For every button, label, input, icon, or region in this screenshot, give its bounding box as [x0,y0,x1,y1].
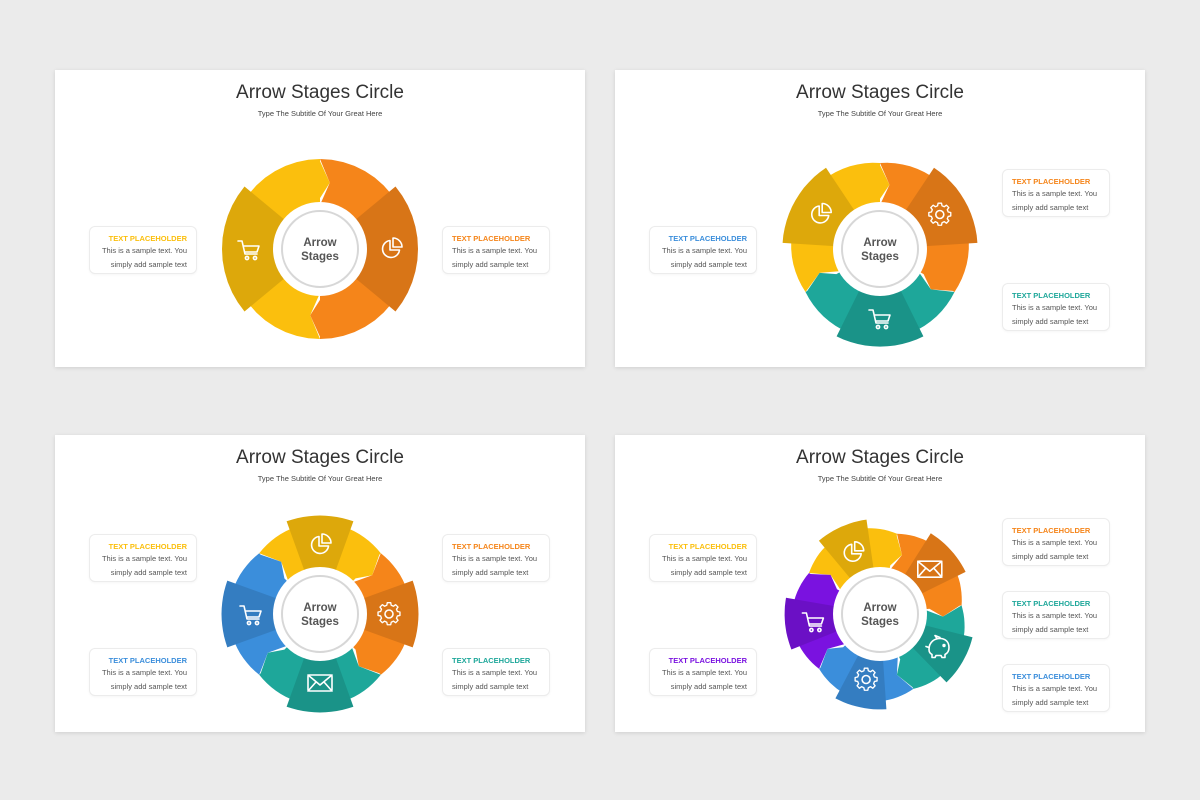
card-body-line1: This is a sample text. You [101,554,187,563]
arrow-stages-diagram: Arrow Stages [222,159,418,339]
center-label-line2: Stages [301,616,339,628]
text-card-bottom-left: TEXT PLACEHOLDER This is a sample text. … [89,648,197,696]
text-card-bottom-left: TEXT PLACEHOLDER This is a sample text. … [649,648,757,696]
text-card-top-right: TEXT PLACEHOLDER This is a sample text. … [1002,518,1110,566]
card-body-line2: simply add sample text [452,259,529,269]
card-body-line2: simply add sample text [1012,697,1089,707]
center-label-line1: Arrow [863,602,896,614]
card-body-line1: This is a sample text. You [1012,538,1098,547]
center-label-line1: Arrow [303,237,336,249]
slide-two-stages: Arrow Stages Circle Type The Subtitle Of… [55,70,585,367]
text-card-bottom-right: TEXT PLACEHOLDER This is a sample text. … [1002,283,1110,331]
card-body-line1: This is a sample text. You [452,554,538,563]
slide-four-stages: Arrow Stages Circle Type The Subtitle Of… [55,435,585,732]
slide-three-stages: Arrow Stages Circle Type The Subtitle Of… [615,70,1145,367]
card-body-line1: This is a sample text. You [1012,189,1098,198]
card-body-line2: simply add sample text [670,567,747,577]
card-body-line1: This is a sample text. You [101,246,187,255]
center-circle [281,575,359,653]
text-card-top-right: TEXT PLACEHOLDER This is a sample text. … [1002,169,1110,217]
card-body-line1: This is a sample text. You [661,246,747,255]
center-circle [281,210,359,288]
card-body-line1: This is a sample text. You [661,668,747,677]
card-heading: TEXT PLACEHOLDER [1012,599,1091,608]
text-card-right: TEXT PLACEHOLDER This is a sample text. … [442,226,550,274]
center-label-line1: Arrow [303,602,336,614]
card-heading: TEXT PLACEHOLDER [108,542,187,551]
text-card-top-left: TEXT PLACEHOLDER This is a sample text. … [649,534,757,582]
card-body-line2: simply add sample text [110,567,187,577]
card-heading: TEXT PLACEHOLDER [1012,177,1091,186]
center-circle [841,575,919,653]
center-label-line2: Stages [861,251,899,263]
text-card-left: TEXT PLACEHOLDER This is a sample text. … [649,226,757,274]
card-body-line2: simply add sample text [1012,551,1089,561]
center-circle [841,210,919,288]
card-body-line2: simply add sample text [1012,202,1089,212]
card-heading: TEXT PLACEHOLDER [452,656,531,665]
card-body-line2: simply add sample text [1012,624,1089,634]
card-heading: TEXT PLACEHOLDER [108,234,187,243]
card-body-line1: This is a sample text. You [101,668,187,677]
center-label-line1: Arrow [863,237,896,249]
card-body-line1: This is a sample text. You [1012,303,1098,312]
card-body-line2: simply add sample text [670,681,747,691]
text-card-bottom-right: TEXT PLACEHOLDER This is a sample text. … [442,648,550,696]
text-card-middle-right: TEXT PLACEHOLDER This is a sample text. … [1002,591,1110,639]
text-card-left: TEXT PLACEHOLDER This is a sample text. … [89,226,197,274]
card-body-line1: This is a sample text. You [1012,611,1098,620]
card-body-line2: simply add sample text [1012,316,1089,326]
card-heading: TEXT PLACEHOLDER [668,656,747,665]
card-body-line1: This is a sample text. You [452,246,538,255]
card-body-line1: This is a sample text. You [1012,684,1098,693]
card-body-line2: simply add sample text [452,567,529,577]
slide-five-stages: Arrow Stages Circle Type The Subtitle Of… [615,435,1145,732]
card-body-line2: simply add sample text [110,259,187,269]
card-heading: TEXT PLACEHOLDER [1012,526,1091,535]
card-body-line2: simply add sample text [452,681,529,691]
card-heading: TEXT PLACEHOLDER [668,542,747,551]
center-label-line2: Stages [301,251,339,263]
card-body-line2: simply add sample text [110,681,187,691]
card-heading: TEXT PLACEHOLDER [1012,672,1091,681]
text-card-top-left: TEXT PLACEHOLDER This is a sample text. … [89,534,197,582]
card-body-line1: This is a sample text. You [452,668,538,677]
card-heading: TEXT PLACEHOLDER [1012,291,1091,300]
card-heading: TEXT PLACEHOLDER [108,656,187,665]
center-label-line2: Stages [861,616,899,628]
card-body-line1: This is a sample text. You [661,554,747,563]
text-card-bottom-right: TEXT PLACEHOLDER This is a sample text. … [1002,664,1110,712]
card-heading: TEXT PLACEHOLDER [668,234,747,243]
card-body-line2: simply add sample text [670,259,747,269]
card-heading: TEXT PLACEHOLDER [452,234,531,243]
text-card-top-right: TEXT PLACEHOLDER This is a sample text. … [442,534,550,582]
card-heading: TEXT PLACEHOLDER [452,542,531,551]
